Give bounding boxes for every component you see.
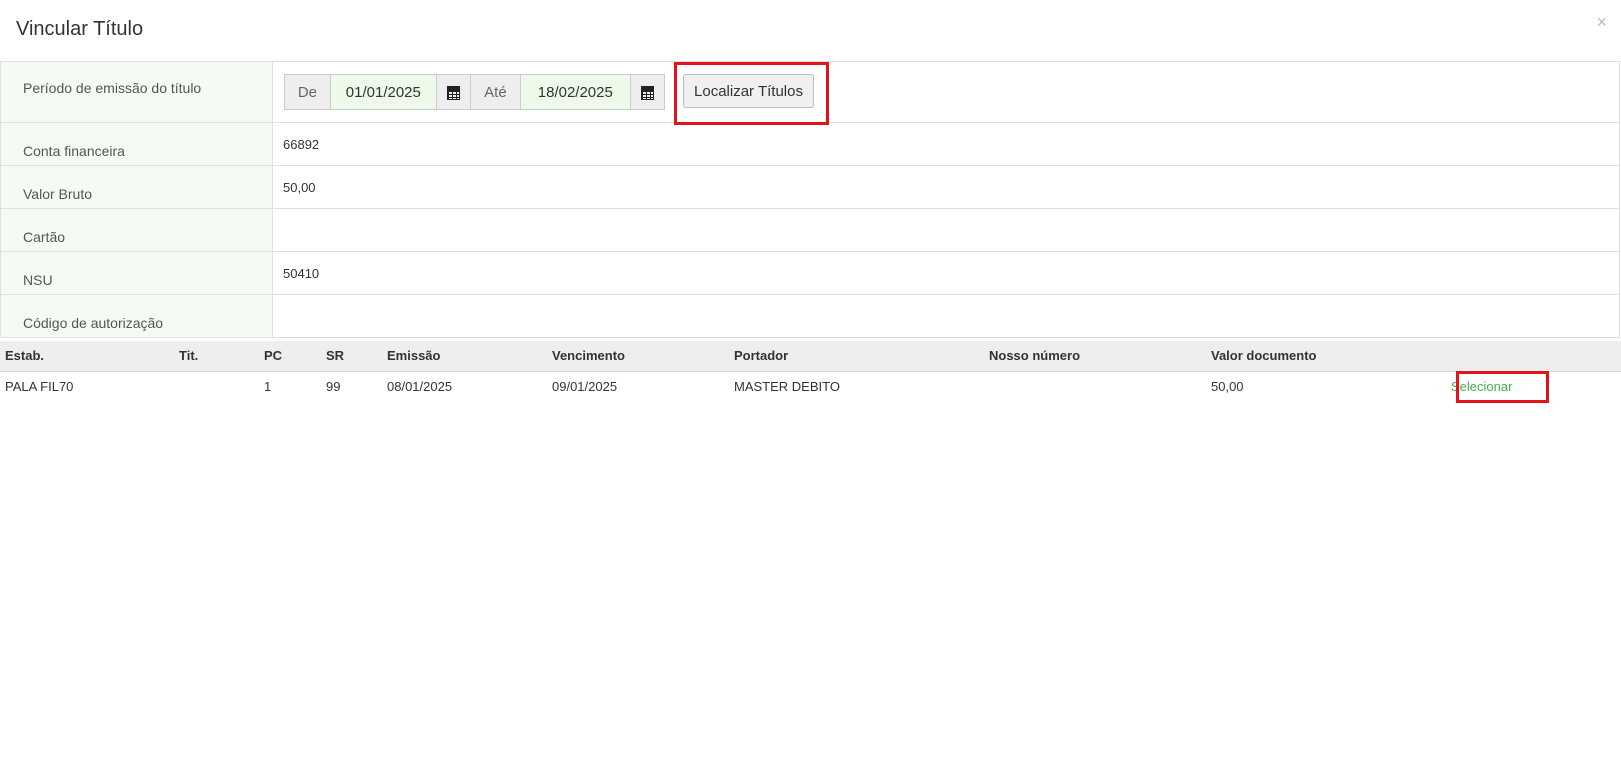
period-cell: De Até bbox=[272, 61, 1620, 123]
table-row: PALA FIL70 1 99 08/01/2025 09/01/2025 MA… bbox=[0, 371, 1621, 402]
date-to-label: Até bbox=[471, 75, 521, 109]
column-header: Estab. bbox=[0, 341, 179, 372]
cell-vencimento: 09/01/2025 bbox=[552, 379, 618, 394]
valor-bruto-label: Valor Bruto bbox=[23, 186, 92, 202]
column-header: SR bbox=[326, 341, 387, 372]
cell-estab: PALA FIL70 bbox=[5, 379, 74, 394]
period-label: Período de emissão do título bbox=[23, 80, 202, 96]
cartao-label: Cartão bbox=[23, 229, 66, 245]
column-header bbox=[1451, 341, 1621, 372]
field-value-cell bbox=[272, 208, 1620, 252]
date-from-input[interactable] bbox=[330, 75, 436, 109]
period-label-cell: Período de emissão do título bbox=[0, 61, 273, 123]
field-value-cell: 66892 bbox=[272, 122, 1620, 166]
conta-financeira-label: Conta financeira bbox=[23, 143, 125, 159]
date-to-calendar-button[interactable] bbox=[629, 75, 664, 109]
conta-financeira-value: 66892 bbox=[283, 137, 320, 152]
field-value-cell: 50410 bbox=[272, 251, 1620, 295]
nsu-value: 50410 bbox=[283, 266, 320, 281]
cell-nosso-numero bbox=[989, 371, 1211, 402]
field-label-cell: Cartão bbox=[0, 208, 273, 252]
calendar-icon bbox=[640, 85, 654, 100]
close-icon[interactable]: × bbox=[1596, 12, 1607, 33]
column-header: Tit. bbox=[179, 341, 264, 372]
modal-header: Vincular Título × bbox=[0, 0, 1621, 62]
date-from-group: De bbox=[284, 74, 471, 110]
codigo-autorizacao-value bbox=[273, 295, 1619, 309]
cell-valor-documento: 50,00 bbox=[1211, 379, 1244, 394]
results-header-row: Estab. Tit. PC SR Emissão Vencimento Por… bbox=[0, 341, 1621, 372]
column-header: Portador bbox=[734, 341, 989, 372]
cell-emissao: 08/01/2025 bbox=[387, 379, 453, 394]
field-value-cell: 50,00 bbox=[272, 165, 1620, 209]
cell-sr: 99 bbox=[326, 379, 341, 394]
column-header: Valor documento bbox=[1211, 341, 1451, 372]
column-header: Nosso número bbox=[989, 341, 1211, 372]
field-value-cell bbox=[272, 294, 1620, 338]
codigo-autorizacao-label: Código de autorização bbox=[23, 315, 164, 331]
selecionar-highlight bbox=[1456, 371, 1549, 403]
date-to-group: Até bbox=[470, 74, 665, 110]
cartao-value bbox=[273, 209, 1619, 223]
date-from-label: De bbox=[285, 75, 331, 109]
field-label-cell: Código de autorização bbox=[0, 294, 273, 338]
cell-pc: 1 bbox=[264, 379, 272, 394]
column-header: Emissão bbox=[387, 341, 552, 372]
calendar-icon bbox=[446, 85, 460, 100]
nsu-label: NSU bbox=[23, 272, 53, 288]
modal-title: Vincular Título bbox=[16, 18, 144, 40]
field-label-cell: Valor Bruto bbox=[0, 165, 273, 209]
column-header: PC bbox=[264, 341, 326, 372]
field-label-cell: NSU bbox=[0, 251, 273, 295]
cell-tit bbox=[179, 371, 264, 402]
cell-portador: MASTER DEBITO bbox=[734, 379, 840, 394]
column-header: Vencimento bbox=[552, 341, 734, 372]
date-to-input[interactable] bbox=[520, 75, 630, 109]
field-label-cell: Conta financeira bbox=[0, 122, 273, 166]
localizar-titulos-button[interactable]: Localizar Títulos bbox=[683, 74, 814, 108]
date-from-calendar-button[interactable] bbox=[435, 75, 470, 109]
valor-bruto-value: 50,00 bbox=[283, 180, 316, 195]
results-table: Estab. Tit. PC SR Emissão Vencimento Por… bbox=[0, 341, 1621, 402]
